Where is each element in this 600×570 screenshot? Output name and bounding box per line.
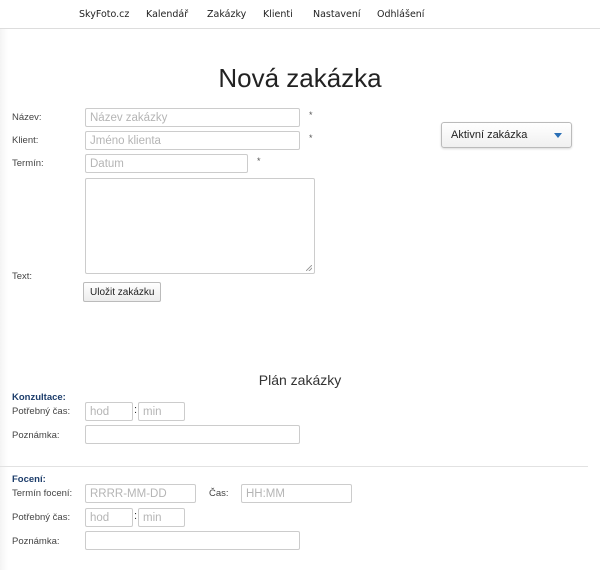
nav-item-calendar[interactable]: Kalendář	[146, 9, 188, 20]
nav-brand[interactable]: SkyFoto.cz	[79, 9, 129, 20]
consultation-time-colon: :	[134, 404, 138, 416]
text-label: Text:	[12, 271, 33, 282]
photo-minutes-input[interactable]	[138, 508, 185, 527]
name-required-mark: *	[309, 110, 313, 120]
photo-time-of-day-label: Čas:	[209, 488, 229, 499]
term-required-mark: *	[257, 156, 261, 166]
top-navbar: SkyFoto.cz Kalendář Zakázky Klienti Nast…	[0, 0, 600, 29]
chevron-down-icon	[554, 133, 562, 138]
consultation-note-input[interactable]	[85, 425, 300, 444]
consultation-time-label: Potřebný čas:	[12, 406, 71, 417]
consultation-hours-input[interactable]	[85, 402, 133, 421]
order-status-select[interactable]: Aktivní zakázka	[441, 122, 572, 148]
photo-time-label: Potřebný čas:	[12, 512, 71, 523]
order-status-value: Aktivní zakázka	[451, 129, 528, 141]
plan-section-title: Plán zakázky	[258, 372, 342, 388]
photo-note-label: Poznámka:	[12, 536, 60, 547]
textarea-resize-handle[interactable]	[306, 265, 312, 271]
section-divider	[0, 466, 588, 467]
consultation-note-label: Poznámka:	[12, 430, 60, 441]
client-label: Klient:	[12, 135, 39, 146]
nav-item-logout[interactable]: Odhlášení	[377, 9, 424, 20]
consultation-heading: Konzultace:	[12, 392, 66, 403]
order-text-area[interactable]	[85, 178, 315, 274]
photo-note-input[interactable]	[85, 531, 300, 550]
client-required-mark: *	[309, 133, 313, 143]
term-date-input[interactable]	[85, 154, 248, 173]
photo-date-input[interactable]	[85, 484, 196, 503]
photo-hours-input[interactable]	[85, 508, 133, 527]
nav-item-clients[interactable]: Klienti	[263, 9, 293, 20]
client-name-input[interactable]	[85, 131, 300, 150]
order-name-input[interactable]	[85, 108, 300, 127]
photo-heading: Focení:	[12, 474, 46, 485]
nav-item-orders[interactable]: Zakázky	[207, 9, 246, 20]
page-title: Nová zakázka	[218, 63, 382, 93]
term-label: Termín:	[12, 158, 44, 169]
consultation-minutes-input[interactable]	[138, 402, 185, 421]
photo-time-of-day-input[interactable]	[241, 484, 352, 503]
page-left-shadow	[0, 29, 8, 570]
nav-item-settings[interactable]: Nastavení	[313, 9, 361, 20]
save-order-button[interactable]: Uložit zakázku	[83, 282, 162, 302]
photo-date-label: Termín focení:	[12, 488, 73, 499]
name-label: Název:	[12, 112, 42, 123]
photo-time-colon: :	[134, 510, 138, 522]
